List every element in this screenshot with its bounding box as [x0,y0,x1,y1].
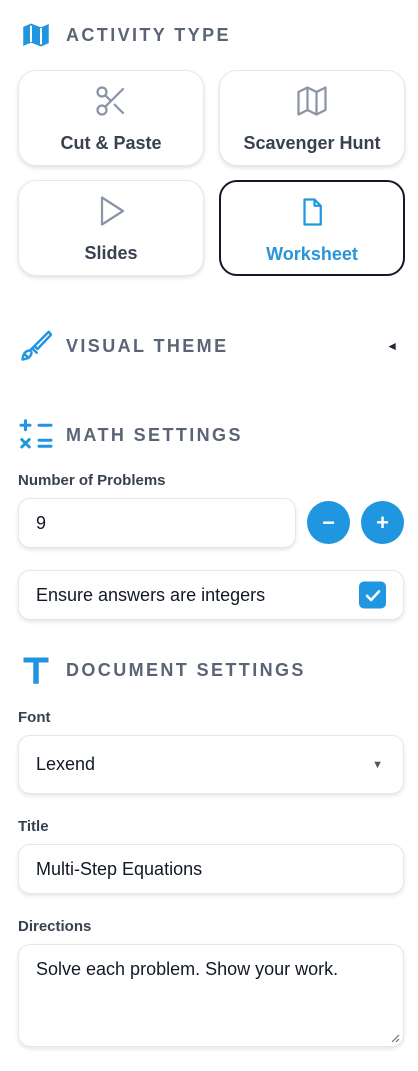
calculator-operators-icon [18,417,54,453]
activity-option-scavenger-hunt[interactable]: Scavenger Hunt [219,70,405,166]
integers-checkbox-label: Ensure answers are integers [36,584,266,605]
minus-icon: − [322,509,335,535]
resize-handle-icon[interactable] [390,1033,400,1043]
dropdown-arrow-icon: ▼ [372,758,383,771]
paintbrush-icon [18,328,54,364]
document-settings-title: DOCUMENT SETTINGS [66,659,306,680]
increment-button[interactable]: + [361,501,404,544]
font-select[interactable]: Lexend ▼ [18,735,404,794]
title-input-value: Multi-Step Equations [36,858,203,879]
directions-textarea[interactable]: Solve each problem. Show your work. [18,944,404,1047]
title-label: Title [18,818,49,835]
directions-textarea-value: Solve each problem. Show your work. [36,959,339,979]
integers-checkbox-row[interactable]: Ensure answers are integers [18,570,404,620]
activity-option-slides[interactable]: Slides [18,180,204,276]
math-settings-title: MATH SETTINGS [66,424,243,445]
scissors-icon [91,81,131,121]
plus-icon: + [376,509,389,535]
collapse-toggle-icon[interactable]: ◄ [386,339,398,353]
document-settings-header: DOCUMENT SETTINGS [18,652,402,688]
decrement-button[interactable]: − [307,501,350,544]
math-settings-header: MATH SETTINGS [18,417,402,453]
play-icon [91,191,131,231]
number-of-problems-input[interactable]: 9 [18,498,296,548]
checkmark-icon [365,589,380,601]
activity-option-label: Scavenger Hunt [243,133,381,153]
text-t-icon [18,652,54,688]
title-input[interactable]: Multi-Step Equations [18,844,404,894]
activity-option-label: Slides [84,243,138,263]
map-icon [18,17,54,53]
visual-theme-title: VISUAL THEME [66,335,229,356]
directions-label: Directions [18,918,92,935]
map-icon [292,81,332,121]
activity-type-header: ACTIVITY TYPE [18,17,402,53]
font-label: Font [18,709,51,726]
integers-checkbox[interactable] [359,581,386,609]
activity-option-label: Cut & Paste [60,133,162,153]
font-select-value: Lexend [36,754,96,774]
activity-type-title: ACTIVITY TYPE [66,24,231,45]
activity-option-label: Worksheet [266,244,358,264]
activity-option-cut-paste[interactable]: Cut & Paste [18,70,204,166]
number-of-problems-label: Number of Problems [18,472,166,489]
activity-option-worksheet[interactable]: Worksheet [219,180,405,276]
file-icon [292,192,332,232]
visual-theme-header[interactable]: VISUAL THEME ◄ [18,328,402,364]
number-of-problems-value: 9 [36,512,47,533]
